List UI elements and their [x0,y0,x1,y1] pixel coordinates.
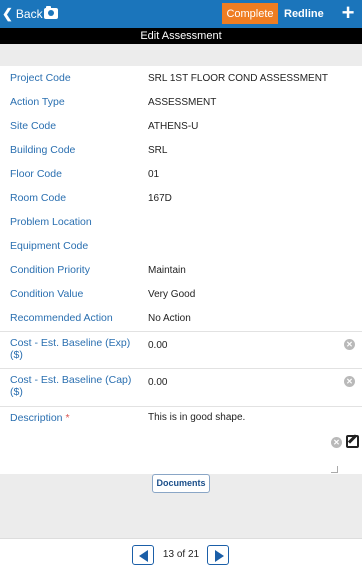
triangle-left-icon [139,550,148,562]
field-label: Project Code [10,72,71,84]
field-label: Description * [10,412,70,424]
top-toolbar: ❮ Back Complete Redline + [0,0,362,28]
pager: 13 of 21 [0,538,362,571]
edit-icon[interactable] [346,435,359,448]
back-label: Back [15,7,43,21]
field-label: Condition Priority [10,264,90,276]
field-label: Condition Value [10,288,84,300]
field-condition-value[interactable]: Condition Value Very Good [0,282,362,306]
resize-handle[interactable] [331,466,338,473]
field-label: Room Code [10,192,67,204]
field-room-code[interactable]: Room Code 167D [0,186,362,210]
field-project-code[interactable]: Project Code SRL 1ST FLOOR COND ASSESSME… [0,66,362,90]
clear-icon[interactable]: ✕ [344,376,355,387]
field-value: Very Good [148,289,196,300]
field-value: ASSESSMENT [148,97,217,108]
required-marker: * [65,412,70,424]
page-indicator: 13 of 21 [162,549,200,560]
documents-button[interactable]: Documents [152,474,210,493]
field-value: 167D [148,193,172,204]
previous-button[interactable] [132,545,154,565]
spacer [0,44,362,66]
description-label: Description [10,412,63,424]
field-label: Cost - Est. Baseline (Exp) ($) [10,337,131,361]
field-condition-priority[interactable]: Condition Priority Maintain [0,258,362,282]
field-label: Equipment Code [10,240,89,252]
field-value: Maintain [148,265,186,276]
field-label: Cost - Est. Baseline (Cap) ($) [10,374,132,398]
field-value[interactable]: 0.00 [148,377,167,388]
camera-icon[interactable] [44,6,58,19]
back-button[interactable]: ❮ Back [2,5,43,23]
field-building-code[interactable]: Building Code SRL [0,138,362,162]
description-text[interactable]: This is in good shape. [148,412,245,423]
field-label: Action Type [10,96,65,108]
field-value: No Action [148,313,191,324]
field-label: Floor Code [10,168,62,180]
field-value: SRL [148,145,168,156]
field-value: 01 [148,169,160,180]
field-site-code[interactable]: Site Code ATHENS-U [0,114,362,138]
field-label: Site Code [10,120,57,132]
field-description[interactable]: Description * This is in good shape. ✕ [0,406,362,474]
field-action-type[interactable]: Action Type ASSESSMENT [0,90,362,114]
clear-icon[interactable]: ✕ [344,339,355,350]
triangle-right-icon [215,550,224,562]
field-value: SRL 1ST FLOOR COND ASSESSMENT [148,73,329,84]
field-recommended-action[interactable]: Recommended Action No Action [0,306,362,330]
assessment-form: Project Code SRL 1ST FLOOR COND ASSESSME… [0,66,362,474]
field-cost-cap[interactable]: Cost - Est. Baseline (Cap) ($) 0.00 ✕ [0,368,362,405]
field-label: Building Code [10,144,76,156]
field-label: Problem Location [10,216,92,228]
field-value: ATHENS-U [148,121,199,132]
clear-icon[interactable]: ✕ [331,437,342,448]
chevron-left-icon: ❮ [2,6,13,21]
page-title: Edit Assessment [0,28,362,44]
field-label: Recommended Action [10,312,113,324]
plus-icon[interactable]: + [338,2,358,24]
redline-button[interactable]: Redline [284,5,324,22]
field-problem-location[interactable]: Problem Location [0,210,362,234]
next-button[interactable] [207,545,229,565]
field-equipment-code[interactable]: Equipment Code [0,234,362,258]
field-value[interactable]: 0.00 [148,340,167,351]
field-cost-exp[interactable]: Cost - Est. Baseline (Exp) ($) 0.00 ✕ [0,331,362,368]
complete-button[interactable]: Complete [222,3,278,24]
field-floor-code[interactable]: Floor Code 01 [0,162,362,186]
